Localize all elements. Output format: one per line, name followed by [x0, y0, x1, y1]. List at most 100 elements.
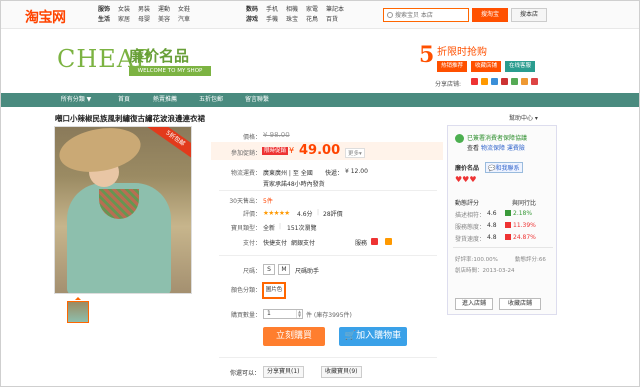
- taobao-logo[interactable]: 淘宝网: [25, 7, 66, 27]
- quantity-stepper[interactable]: ▲ ▼: [296, 310, 302, 318]
- cat-item[interactable]: 生活: [98, 14, 118, 24]
- price-currency: ¥: [289, 146, 295, 155]
- enter-shop-button[interactable]: 進入店鋪: [455, 298, 493, 310]
- dsr-diff: 11.39%: [513, 222, 536, 229]
- divider: [453, 247, 553, 248]
- promo-label: 參加促銷：: [230, 150, 261, 157]
- welcome-tag: WELCOME TO MY SHOP: [129, 66, 211, 76]
- product-thumbnail[interactable]: [67, 301, 89, 323]
- nav-hot[interactable]: 熱賣推薦: [147, 93, 183, 107]
- separator: |: [279, 223, 282, 230]
- share-qzone-icon[interactable]: [481, 78, 488, 85]
- share-kaixin-icon[interactable]: [521, 78, 528, 85]
- price-label: 價格：: [242, 134, 261, 141]
- shop-name: 廉价名品: [129, 47, 190, 65]
- size-option-m[interactable]: M: [278, 264, 290, 275]
- share-more-icon[interactable]: [531, 78, 538, 85]
- cat-item[interactable]: 手机: [266, 4, 286, 14]
- separator: |: [317, 209, 320, 216]
- promo-number: 5: [419, 42, 435, 68]
- cat-item[interactable]: 相機: [286, 4, 306, 14]
- cat-item[interactable]: 家電: [306, 4, 326, 14]
- color-option[interactable]: 圖片色: [262, 282, 286, 299]
- cat-item[interactable]: 手機: [266, 14, 286, 24]
- pay-quick: 快捷支付: [263, 240, 288, 247]
- more-promos-link[interactable]: 更多▾: [345, 148, 365, 158]
- search-taobao-button[interactable]: 搜淘宝: [472, 8, 508, 22]
- cat-item[interactable]: 家居: [118, 14, 138, 24]
- nav-half-price[interactable]: 五折包郵: [193, 93, 229, 107]
- divider: [219, 190, 437, 191]
- search-input[interactable]: [395, 10, 467, 20]
- cat-item[interactable]: 筆記本: [326, 4, 346, 14]
- help-center-link[interactable]: 幫助中心 ▾: [509, 113, 538, 122]
- seller-name[interactable]: 廉价名品: [455, 163, 479, 172]
- share-qq-icon[interactable]: [491, 78, 498, 85]
- rating-label: 評價：: [242, 211, 261, 218]
- search-shop-button[interactable]: 搜本店: [511, 8, 547, 22]
- search-icon: [387, 12, 393, 18]
- item-condition: 全新: [263, 225, 276, 232]
- cat-item[interactable]: 服饰: [98, 4, 118, 14]
- dsr-diff: 24.87%: [513, 234, 536, 241]
- favorite-shop-sidebar-button[interactable]: 收藏店鋪: [499, 298, 541, 310]
- credit-hearts: ♥♥♥: [455, 175, 477, 184]
- express-label: 快遞：: [325, 170, 344, 177]
- guarantee-text[interactable]: 已簽署消費者保障協議: [467, 133, 527, 142]
- online-service-button[interactable]: 在线客服: [505, 61, 535, 72]
- size-option-s[interactable]: S: [263, 264, 275, 275]
- cat-item[interactable]: 花鳥: [306, 14, 326, 24]
- search-box: [383, 8, 469, 22]
- promo-text: 折限时抢购: [437, 47, 487, 58]
- nav-home[interactable]: 首頁: [111, 93, 137, 107]
- seller-sidebar: [447, 125, 557, 315]
- nav-all-categories[interactable]: 所有分類 ▼: [55, 93, 97, 107]
- favorite-item-button[interactable]: 收藏寶貝(9): [321, 366, 362, 378]
- size-chart-link[interactable]: 尺碼助手: [295, 266, 319, 275]
- service-icon: [371, 238, 378, 245]
- ship-origin[interactable]: 廣東廣州 | 至 全國: [263, 168, 313, 177]
- add-to-cart-button[interactable]: 🛒加入購物車: [339, 327, 407, 346]
- share-douban-icon[interactable]: [511, 78, 518, 85]
- cat-item[interactable]: 汽車: [178, 14, 198, 24]
- cat-item[interactable]: 母婴: [138, 14, 158, 24]
- buy-now-button[interactable]: 立刻購買: [263, 327, 325, 346]
- rating-score: 4.6分: [297, 211, 313, 218]
- dsr-label: 發貨速度：: [455, 236, 486, 243]
- freight-insurance-link[interactable]: 運費險: [507, 145, 525, 152]
- cat-item[interactable]: 男装: [138, 4, 158, 14]
- cat-item[interactable]: 游戏: [246, 14, 266, 24]
- cat-item[interactable]: 運動: [158, 4, 178, 14]
- cart-icon: 🛒: [344, 331, 357, 341]
- cat-item[interactable]: 珠宝: [286, 14, 306, 24]
- shop-banner: CHEAP 廉价名品 WELCOME TO MY SHOP 5 折限时抢购 热销…: [1, 29, 639, 91]
- share-weibo-icon[interactable]: [471, 78, 478, 85]
- cat-item[interactable]: 美容: [158, 14, 178, 24]
- logistics-guarantee-link[interactable]: 物流保障: [481, 145, 505, 152]
- category-grid-2: 数码 手机 相機 家電 筆記本 游戏 手機 珠宝 花鳥 百貨: [246, 4, 346, 24]
- share-item-button[interactable]: 分享寶貝(1): [263, 366, 304, 378]
- product-main-image[interactable]: 5折包邮: [54, 126, 192, 294]
- pay-bank: 網銀支付: [291, 240, 316, 247]
- cat-item[interactable]: 百貨: [326, 14, 346, 24]
- divider: [219, 357, 437, 358]
- hat-shape: [55, 127, 145, 178]
- share-label: 你還可以：: [230, 370, 261, 377]
- review-count[interactable]: 28評價: [323, 209, 343, 218]
- share-shop-label: 分享店铺:: [435, 81, 462, 88]
- favorite-shop-button[interactable]: 收藏店铺: [471, 61, 501, 72]
- cat-item[interactable]: 女鞋: [178, 4, 198, 14]
- top-bar: 淘宝网 服饰 女装 男装 運動 女鞋 生活 家居 母婴 美容 汽車 数码 手机 …: [1, 1, 639, 29]
- stock-note: 件 (庫存3995件): [306, 312, 352, 319]
- contact-seller-button[interactable]: 💬和我聯系: [485, 162, 523, 173]
- good-rate: 好評率:100.00%: [455, 257, 498, 263]
- help-center-label: 幫助中心: [509, 115, 534, 122]
- hot-recommend-button[interactable]: 热销推荐: [437, 61, 467, 72]
- pay-label: 支付：: [242, 240, 261, 247]
- nav-message[interactable]: 留言聯繫: [239, 93, 275, 107]
- browser-page: 淘宝网 服饰 女装 男装 運動 女鞋 生活 家居 母婴 美容 汽車 数码 手机 …: [0, 0, 640, 387]
- cat-item[interactable]: 女装: [118, 4, 138, 14]
- cat-item[interactable]: 数码: [246, 4, 266, 14]
- dsr-score: 4.6: [487, 210, 497, 217]
- share-renren-icon[interactable]: [501, 78, 508, 85]
